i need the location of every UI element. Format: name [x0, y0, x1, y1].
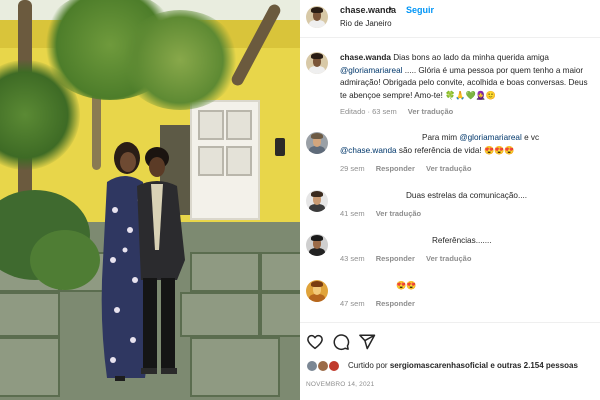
heart-icon[interactable]: [306, 333, 324, 351]
author-username[interactable]: chase.wanda: [340, 5, 396, 15]
avatar-body: [309, 204, 325, 212]
comment-time: 47 sem: [340, 299, 365, 308]
avatar-body: [309, 146, 325, 154]
post-caption: chase.wanda Dias bons ao lado da minha q…: [340, 52, 596, 102]
photo-door-pane: [226, 146, 252, 176]
comment-reply-button[interactable]: Responder: [376, 299, 415, 308]
comment-meta: 41 sem Ver tradução: [340, 209, 430, 218]
likes-prefix: Curtido por: [348, 361, 388, 370]
caption-author-avatar[interactable]: [306, 52, 328, 74]
post-location[interactable]: Rio de Janeiro: [340, 19, 392, 28]
avatar-body: [309, 66, 325, 74]
comment-meta: 43 sem Responder Ver tradução: [340, 254, 480, 263]
comment-item: Para mim @gloriamariareal e vc @chase.wa…: [340, 132, 596, 157]
likes-summary: Curtido por sergiomascarenhasoficial e o…: [348, 361, 578, 370]
comment-emojis: 😍😍😍: [483, 145, 515, 155]
caption-username[interactable]: chase.wanda: [340, 53, 391, 62]
avatar-body: [309, 248, 325, 256]
comment-item: Duas estrelas da comunicação....: [340, 190, 596, 203]
photo-door-pane: [198, 110, 224, 140]
comment-time: 43 sem: [340, 254, 365, 263]
author-avatar[interactable]: [306, 6, 328, 28]
caption-edited-time: Editado · 63 sem: [340, 107, 397, 116]
comment-text: Referências.......: [432, 236, 492, 245]
commenter-avatar[interactable]: [306, 280, 328, 302]
comment-mention[interactable]: @gloriamariareal: [459, 133, 521, 142]
avatar-hair: [310, 7, 324, 14]
post-date: NOVEMBRO 14, 2021: [306, 381, 375, 388]
comment-time: 29 sem: [340, 164, 365, 173]
likes-others[interactable]: e outras 2.154 pessoas: [490, 361, 578, 370]
comment-translate-link[interactable]: Ver tradução: [376, 209, 421, 218]
comment-mention[interactable]: @chase.wanda: [340, 146, 397, 155]
header-separator: •: [389, 4, 393, 14]
comment-text: são referência de vida!: [398, 145, 482, 155]
photo-tile: [0, 337, 60, 397]
photo-two-women: [101, 142, 185, 381]
photo-palm-leaves: [120, 10, 240, 110]
avatar-hair: [310, 281, 324, 288]
liker-avatar: [328, 360, 340, 372]
comment-emojis: 😍😍: [396, 281, 417, 290]
comment-reply-button[interactable]: Responder: [376, 164, 415, 173]
photo-tile: [260, 252, 300, 292]
commenter-avatar[interactable]: [306, 190, 328, 212]
likes-row: Curtido por sergiomascarenhasoficial e o…: [300, 358, 600, 374]
photo-door-pane: [226, 110, 252, 140]
comment-text: Duas estrelas da comunicação....: [406, 191, 528, 200]
commenter-avatar[interactable]: [306, 132, 328, 154]
avatar-hair: [310, 133, 324, 140]
photo-tile: [0, 292, 60, 337]
photo-wall-lamp: [275, 138, 285, 156]
caption-meta: Editado · 63 sem Ver tradução: [340, 107, 462, 116]
avatar-hair: [310, 191, 324, 198]
comment-translate-link[interactable]: Ver tradução: [426, 164, 471, 173]
comment-meta: 29 sem Responder Ver tradução: [340, 164, 480, 173]
post-photo[interactable]: [0, 0, 300, 400]
photo-tile: [260, 292, 300, 337]
avatar-hair: [310, 235, 324, 242]
comment-text: Para mim: [422, 133, 458, 142]
caption-translate-link[interactable]: Ver tradução: [408, 107, 453, 116]
caption-text: Dias bons ao lado da minha querida amiga: [393, 53, 549, 62]
comment-meta: 47 sem Responder: [340, 299, 424, 308]
avatar-body: [309, 20, 325, 28]
comment-text: e vc: [524, 133, 540, 142]
avatar-body: [309, 294, 325, 302]
comment-time: 41 sem: [340, 209, 365, 218]
avatar-hair: [310, 53, 324, 60]
post-details-panel: chase.wanda • Seguir Rio de Janeiro chas…: [300, 0, 600, 400]
likes-user[interactable]: sergiomascarenhasoficial: [390, 361, 488, 370]
post-action-bar: [300, 322, 600, 356]
post-header: chase.wanda • Seguir Rio de Janeiro: [300, 0, 600, 38]
comment-item: 😍😍: [340, 280, 596, 293]
comment-item: Referências.......: [340, 235, 596, 248]
caption-emojis: 🍀🙏💚🧕🙂: [445, 90, 497, 100]
comment-icon[interactable]: [332, 333, 350, 351]
share-icon[interactable]: [358, 333, 376, 351]
comment-reply-button[interactable]: Responder: [376, 254, 415, 263]
caption-mention[interactable]: @gloriamariareal: [340, 66, 402, 75]
commenter-avatar[interactable]: [306, 234, 328, 256]
comment-translate-link[interactable]: Ver tradução: [426, 254, 471, 263]
follow-button[interactable]: Seguir: [406, 5, 434, 15]
